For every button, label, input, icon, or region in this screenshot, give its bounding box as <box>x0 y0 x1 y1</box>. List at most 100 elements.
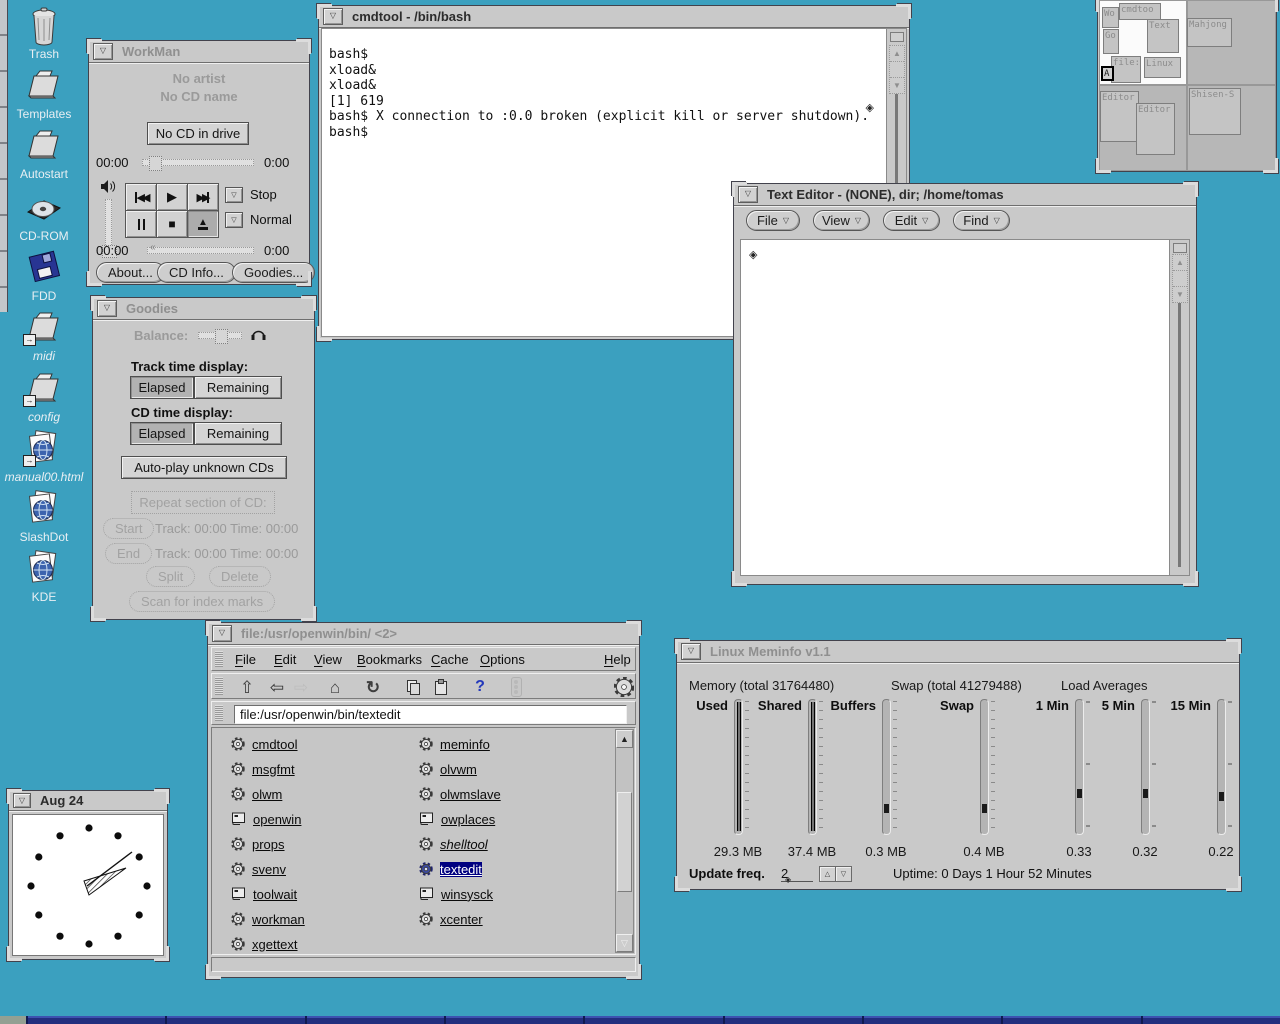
meminfo-window[interactable]: ▽ Linux Meminfo v1.1 Memory (total 31764… <box>676 640 1240 890</box>
delete-button[interactable]: Delete <box>209 566 271 587</box>
next-track-icon[interactable]: ▶▶ <box>187 183 219 211</box>
goodies-titlebar[interactable]: ▽ Goodies <box>93 298 314 320</box>
taskbar-button[interactable] <box>307 1016 444 1024</box>
track-position-slider[interactable] <box>142 159 254 166</box>
previous-track-icon[interactable]: ◀◀ <box>125 183 157 211</box>
scrollbar-anchor[interactable] <box>890 32 904 42</box>
window-menu-icon[interactable]: ▽ <box>681 643 701 660</box>
taskbar-button[interactable] <box>167 1016 304 1024</box>
file-link[interactable]: owplaces <box>441 812 495 827</box>
pause-icon[interactable] <box>125 210 157 238</box>
split-button[interactable]: Split <box>146 566 195 587</box>
pager-mini-window-go[interactable]: Go <box>1103 29 1119 54</box>
file-item-shelltool[interactable]: shelltool <box>419 835 488 853</box>
pager-mini-window-editor[interactable]: Editor <box>1136 103 1175 155</box>
frame-corner[interactable] <box>675 876 690 891</box>
editor-scrollbar[interactable]: ▲ ▼ <box>1169 240 1189 575</box>
file-item-xgettext[interactable]: xgettext <box>231 935 298 953</box>
pager-mini-window-text[interactable]: Text <box>1147 19 1179 53</box>
file-link[interactable]: workman <box>252 912 305 927</box>
freq-increase-icon[interactable]: △ <box>819 866 836 882</box>
file-link[interactable]: olwmslave <box>440 787 501 802</box>
virtual-desktop-pager[interactable]: WocmdtooTextGofile:LinuxAMahjongEditorEd… <box>1097 0 1277 172</box>
help-icon[interactable]: ? <box>467 676 493 698</box>
file-link[interactable]: props <box>252 837 285 852</box>
taskbar-button[interactable] <box>1003 1016 1140 1024</box>
file-item-svenv[interactable]: svenv <box>231 860 286 878</box>
scrollbar-elevator[interactable]: ▲ ▼ <box>889 45 905 94</box>
file-item-xcenter[interactable]: xcenter <box>419 910 483 928</box>
file-item-olwmslave[interactable]: olwmslave <box>419 785 501 803</box>
desktop-icon-fdd[interactable]: FDD <box>0 248 88 303</box>
copy-icon[interactable] <box>400 676 426 698</box>
file-link[interactable]: svenv <box>252 862 286 877</box>
file-item-textedit[interactable]: textedit <box>419 860 482 878</box>
scan-index-button[interactable]: Scan for index marks <box>129 591 275 612</box>
kfm-titlebar[interactable]: ▽ file:/usr/openwin/bin/ <2> <box>208 623 639 645</box>
menu-item-edit[interactable]: Edit <box>274 652 296 667</box>
file-link[interactable]: msgfmt <box>252 762 295 777</box>
gauge-15-min[interactable] <box>1217 699 1226 835</box>
file-link[interactable]: meminfo <box>440 737 490 752</box>
taskbar-edge[interactable] <box>0 1016 1280 1024</box>
pager-mini-window-file[interactable]: file: <box>1111 56 1141 83</box>
slider-thumb[interactable] <box>149 156 162 171</box>
goodies-button[interactable]: Goodies... <box>232 262 315 283</box>
cd-remaining-button[interactable]: Remaining <box>194 422 282 445</box>
back-icon[interactable]: ⇦ <box>264 676 290 698</box>
paste-icon[interactable] <box>428 676 454 698</box>
cmdtool-titlebar[interactable]: ▽ cmdtool - /bin/bash <box>319 6 909 28</box>
desktop-icon-slashdot[interactable]: SlashDot <box>0 489 88 544</box>
menu-button-find[interactable]: Find▽ <box>953 210 1010 231</box>
scroll-down-icon[interactable]: ▽ <box>616 934 633 952</box>
cd-elapsed-button[interactable]: Elapsed <box>130 422 194 445</box>
gauge-shared[interactable] <box>808 699 817 835</box>
balance-slider[interactable] <box>198 332 242 339</box>
scroll-up-icon[interactable]: ▲ <box>616 730 633 748</box>
window-menu-icon[interactable]: ▽ <box>13 793 31 808</box>
workman-window[interactable]: ▽ WorkMan No artist No CD name No CD in … <box>88 40 310 285</box>
play-icon[interactable]: ▶ <box>156 183 188 211</box>
file-link[interactable]: winsysck <box>441 887 493 902</box>
freq-decrease-icon[interactable]: ▽ <box>835 866 852 882</box>
taskbar-button[interactable] <box>446 1016 583 1024</box>
cd-position-slider[interactable]: « <box>147 247 254 254</box>
scrollbar-anchor[interactable] <box>1173 243 1187 253</box>
pager-mini-window-cmdtoo[interactable]: cmdtoo <box>1119 3 1161 20</box>
frame-corner[interactable] <box>1226 876 1241 891</box>
texteditor-titlebar[interactable]: ▽ Text Editor - (NONE), dir; /home/tomas <box>734 184 1196 206</box>
scroll-drag[interactable] <box>1173 271 1187 287</box>
file-item-openwin[interactable]: openwin <box>231 810 301 828</box>
texteditor-window[interactable]: ▽ Text Editor - (NONE), dir; /home/tomas… <box>733 183 1197 585</box>
taskbar-button[interactable] <box>725 1016 862 1024</box>
file-manager-window[interactable]: ▽ file:/usr/openwin/bin/ <2> FileEditVie… <box>207 622 640 978</box>
desktop-icon-cd-rom[interactable]: CD-ROM <box>0 188 88 243</box>
window-menu-icon[interactable]: ▽ <box>323 8 343 25</box>
menu-item-view[interactable]: View <box>314 652 342 667</box>
file-item-props[interactable]: props <box>231 835 285 853</box>
locationbar-drag-handle[interactable] <box>215 705 223 721</box>
taskbar-button[interactable] <box>1143 1016 1280 1024</box>
file-item-cmdtool[interactable]: cmdtool <box>231 735 298 753</box>
repeat-start-button[interactable]: Start <box>103 518 154 539</box>
scrollbar-elevator[interactable]: ▲ ▼ <box>1172 254 1188 303</box>
drive-status-button[interactable]: No CD in drive <box>147 122 249 145</box>
menu-button-edit[interactable]: Edit▽ <box>883 210 940 231</box>
file-link[interactable]: xcenter <box>440 912 483 927</box>
desktop-icon-kde[interactable]: KDE <box>0 549 88 604</box>
repeat-section-button[interactable]: Repeat section of CD: <box>131 491 275 514</box>
stop-icon[interactable]: ■ <box>156 210 188 238</box>
menu-item-cache[interactable]: Cache <box>431 652 469 667</box>
window-menu-icon[interactable]: ▽ <box>97 300 117 317</box>
clock-window[interactable]: ▽ Aug 24 <box>8 790 168 960</box>
file-link[interactable]: cmdtool <box>252 737 298 752</box>
gauge-used[interactable] <box>734 699 743 835</box>
scroll-down-icon[interactable]: ▼ <box>1173 287 1187 302</box>
file-link[interactable]: textedit <box>440 862 482 877</box>
kfm-scrollbar[interactable]: ▲ ▽ <box>615 729 634 953</box>
pager-mini-window-shisens[interactable]: Shisen-S <box>1189 88 1241 135</box>
desktop-icon-autostart[interactable]: Autostart <box>0 126 88 181</box>
file-link[interactable]: shelltool <box>440 837 488 852</box>
location-input[interactable] <box>234 705 627 724</box>
gauge-1-min[interactable] <box>1075 699 1084 835</box>
